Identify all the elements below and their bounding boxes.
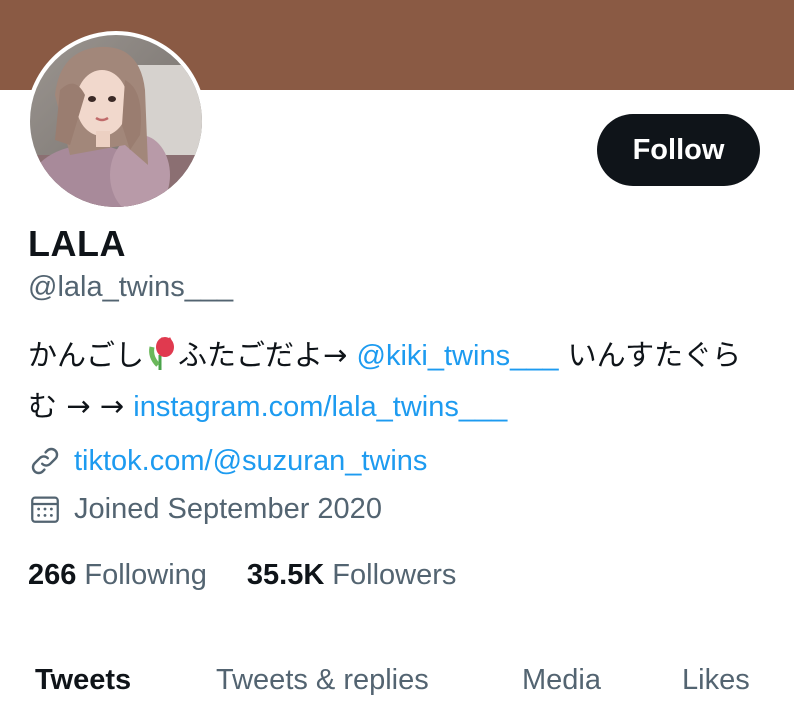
profile-stats: 266 Following 35.5K Followers [28,557,456,593]
bio-instagram-link[interactable]: instagram.com/lala_twins___ [133,391,507,423]
profile-tabs: Tweets Tweets & replies Media Likes [0,650,794,712]
calendar-icon [28,491,66,527]
profile-website-row: tiktok.com/@suzuran_twins [28,443,427,479]
username-handle: @lala_twins___ [28,271,234,303]
tab-tweets-replies[interactable]: Tweets & replies [216,662,429,698]
tulip-icon [149,337,175,370]
followers-count: 35.5K [246,559,325,591]
following-stat[interactable]: 266 Following [28,557,207,593]
bio-text: かんごし [28,338,145,372]
avatar[interactable] [30,35,202,207]
following-label: Following [84,559,207,591]
joined-date: Joined September 2020 [74,493,382,525]
followers-label: Followers [332,559,457,591]
link-icon [28,443,66,479]
tab-tweets[interactable]: Tweets [35,662,131,698]
profile-joined-row: Joined September 2020 [28,491,382,527]
avatar-frame [26,31,206,211]
tab-media[interactable]: Media [522,662,601,698]
tab-likes[interactable]: Likes [682,662,750,698]
display-name: LALA [28,223,126,264]
profile-website-link[interactable]: tiktok.com/@suzuran_twins [74,443,427,479]
follow-button[interactable]: Follow [597,114,760,186]
profile-bio: かんごし ふたごだよ→ @kiki_twins___ いんすたぐらむ → → i… [28,330,768,432]
following-count: 266 [28,559,77,591]
bio-text: ふたごだよ→ [178,338,357,372]
bio-mention-link[interactable]: @kiki_twins___ [357,340,559,372]
followers-stat[interactable]: 35.5K Followers [247,557,456,593]
